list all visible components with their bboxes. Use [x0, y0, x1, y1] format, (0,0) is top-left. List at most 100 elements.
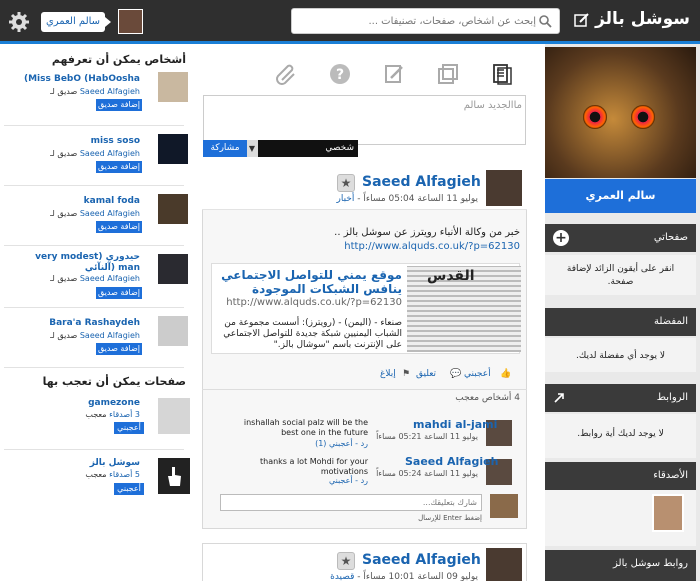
comment-hint: إضغط Enter للإرسال: [418, 514, 482, 522]
page-likes-suffix: معجب: [85, 470, 107, 479]
attachment-tab-icon[interactable]: [274, 62, 298, 86]
compose-icon[interactable]: [574, 12, 590, 28]
section-favorites-header: المفضلة: [545, 308, 696, 336]
person-name[interactable]: kamal foda: [4, 196, 140, 206]
search-icon[interactable]: [538, 14, 552, 28]
mutual-friend-link[interactable]: Saeed Alfagieh: [80, 87, 140, 96]
section-links-body: لا يوجد لديك أية روابط.: [545, 414, 696, 458]
question-tab-icon[interactable]: ?: [328, 62, 352, 86]
albums-tab-icon[interactable]: [436, 62, 460, 86]
post-time: يوليو 09 الساعة 10:01 مساءاً -: [357, 572, 478, 581]
section-links-header: الروابط: [545, 384, 696, 412]
search-box[interactable]: [291, 8, 560, 34]
page-friends-link[interactable]: 5 أصدقاء: [109, 470, 140, 479]
share-button[interactable]: مشاركة: [203, 140, 247, 157]
preview-url: http://www.alquds.co.uk/?p=62130: [226, 297, 402, 308]
mutual-friend-link[interactable]: Saeed Alfagieh: [80, 149, 140, 158]
search-input[interactable]: [296, 12, 536, 30]
person-mutual: Saeed Alfagieh صديق لـ: [4, 149, 140, 158]
person-name[interactable]: (Miss BebO (HabOosha: [4, 74, 140, 84]
comment-author[interactable]: Saeed Alfagieh: [405, 455, 498, 468]
post-author-avatar[interactable]: [486, 548, 522, 581]
like-icon: 👍: [500, 369, 512, 379]
person-avatar[interactable]: [158, 134, 188, 164]
notes-tab-icon[interactable]: [382, 62, 406, 86]
suggested-person: kamal foda Saeed Alfagieh صديق لـ إضافة …: [4, 186, 188, 246]
person-avatar[interactable]: [158, 72, 188, 102]
user-name-pill[interactable]: سالم العمري: [41, 12, 111, 32]
preview-thumbnail[interactable]: القدس: [407, 266, 521, 352]
suggested-person: (Miss BebO (HabOosha Saeed Alfagieh صديق…: [4, 66, 188, 126]
post-author-avatar[interactable]: [486, 170, 522, 206]
page-name[interactable]: سوشل بالز: [4, 458, 140, 468]
news-feed-tab-icon[interactable]: [490, 62, 514, 86]
mutual-prefix: صديق لـ: [50, 209, 78, 218]
person-name[interactable]: miss soso: [4, 136, 140, 146]
chevron-down-icon[interactable]: ▼: [246, 140, 258, 157]
person-avatar-placeholder[interactable]: [158, 316, 188, 346]
person-avatar[interactable]: [158, 254, 188, 284]
page-friends-link[interactable]: 3 أصدقاء: [109, 410, 140, 419]
mutual-friend-link[interactable]: Saeed Alfagieh: [80, 331, 140, 340]
section-my-pages-body: انقر على أيقون الزائد لإضافة صفحة.: [545, 255, 696, 295]
profile-cover-image[interactable]: [545, 47, 696, 178]
add-friend-button[interactable]: إضافة صديق: [96, 343, 142, 355]
post-category-link[interactable]: أخبار: [337, 194, 355, 204]
post-actions: 👍 أعجبني 💬 تعليق ⚑ إبلاغ: [210, 369, 520, 383]
section-title: الروابط: [656, 392, 688, 403]
mutual-friend-link[interactable]: Saeed Alfagieh: [80, 274, 140, 283]
like-link[interactable]: أعجبني: [464, 369, 491, 379]
mutual-prefix: صديق لـ: [50, 149, 78, 158]
post-category-link[interactable]: قصيدة: [330, 572, 354, 581]
privacy-select[interactable]: شخصي: [246, 140, 358, 157]
app-logo[interactable]: سوشل بالز: [595, 9, 690, 29]
comment-input[interactable]: [220, 494, 482, 511]
add-page-plus-icon[interactable]: +: [553, 230, 569, 246]
post-link[interactable]: http://www.alquds.co.uk/?p=62130: [215, 241, 520, 252]
like-page-button[interactable]: أعجبني: [114, 483, 144, 495]
owl-eye-right: [631, 105, 655, 129]
add-friend-button[interactable]: إضافة صديق: [96, 221, 142, 233]
friend-avatar[interactable]: [652, 494, 684, 532]
star-icon[interactable]: ★: [337, 552, 355, 570]
person-name[interactable]: very modest) ﺣﻴﺪﻭﺭﻱ ﺁﻟﻨﺂﺋﻲ) man: [4, 252, 140, 274]
link-icon[interactable]: [553, 392, 565, 404]
mutual-friend-link[interactable]: Saeed Alfagieh: [80, 209, 140, 218]
section-friends-header: الأصدقاء: [545, 462, 696, 490]
mutual-prefix: صديق لـ: [50, 274, 78, 283]
section-palz-links-header: روابط سوشل بالز: [545, 550, 696, 581]
post-author-name[interactable]: Saeed Alfagieh: [362, 174, 481, 190]
comment-reply-links[interactable]: رد - أعجبني (1): [228, 439, 368, 448]
mutual-prefix: صديق لـ: [50, 331, 78, 340]
owl-eye-left: [583, 105, 607, 129]
like-page-button[interactable]: أعجبني: [114, 422, 144, 434]
likes-count-text: 4 أشخاص معجب: [455, 393, 520, 403]
preview-title[interactable]: موقع يمني للتواصل الاجتماعي ينافس الشبكا…: [214, 268, 402, 296]
divider: [202, 389, 527, 390]
star-icon[interactable]: ★: [337, 174, 355, 192]
comment-author[interactable]: mahdi al-jami: [413, 418, 497, 431]
comment-time: يوليو 11 الساعة 05:21 مساءاً: [376, 432, 478, 441]
likes-count[interactable]: 4 أشخاص معجب: [420, 393, 520, 403]
page-name[interactable]: gamezone: [4, 398, 140, 408]
commenter-avatar: [490, 494, 518, 518]
comment-reply-links[interactable]: رد - أعجبني: [228, 476, 368, 485]
suggested-person: Bara'a Rashaydeh Saeed Alfagieh صديق لـ …: [4, 308, 188, 368]
person-name[interactable]: Bara'a Rashaydeh: [4, 318, 140, 328]
post-time: يوليو 11 الساعة 05:04 مساءاً -: [357, 194, 478, 204]
add-friend-button[interactable]: إضافة صديق: [96, 287, 142, 299]
comment-link[interactable]: تعليق: [416, 369, 436, 379]
person-avatar[interactable]: [158, 194, 188, 224]
post-author-name[interactable]: Saeed Alfagieh: [362, 552, 481, 568]
page-likes: 5 أصدقاء معجب: [4, 470, 140, 479]
page-avatar[interactable]: [158, 458, 190, 494]
add-friend-button[interactable]: إضافة صديق: [96, 99, 142, 111]
comment-icon: 💬: [450, 369, 462, 379]
add-friend-button[interactable]: إضافة صديق: [96, 161, 142, 173]
profile-name[interactable]: سالم العمري: [545, 179, 696, 213]
report-link[interactable]: إبلاغ: [380, 369, 396, 379]
page-avatar[interactable]: [158, 398, 190, 434]
user-avatar[interactable]: [118, 9, 143, 34]
gear-icon[interactable]: [8, 11, 30, 33]
hand-pointer-icon: [168, 467, 181, 486]
